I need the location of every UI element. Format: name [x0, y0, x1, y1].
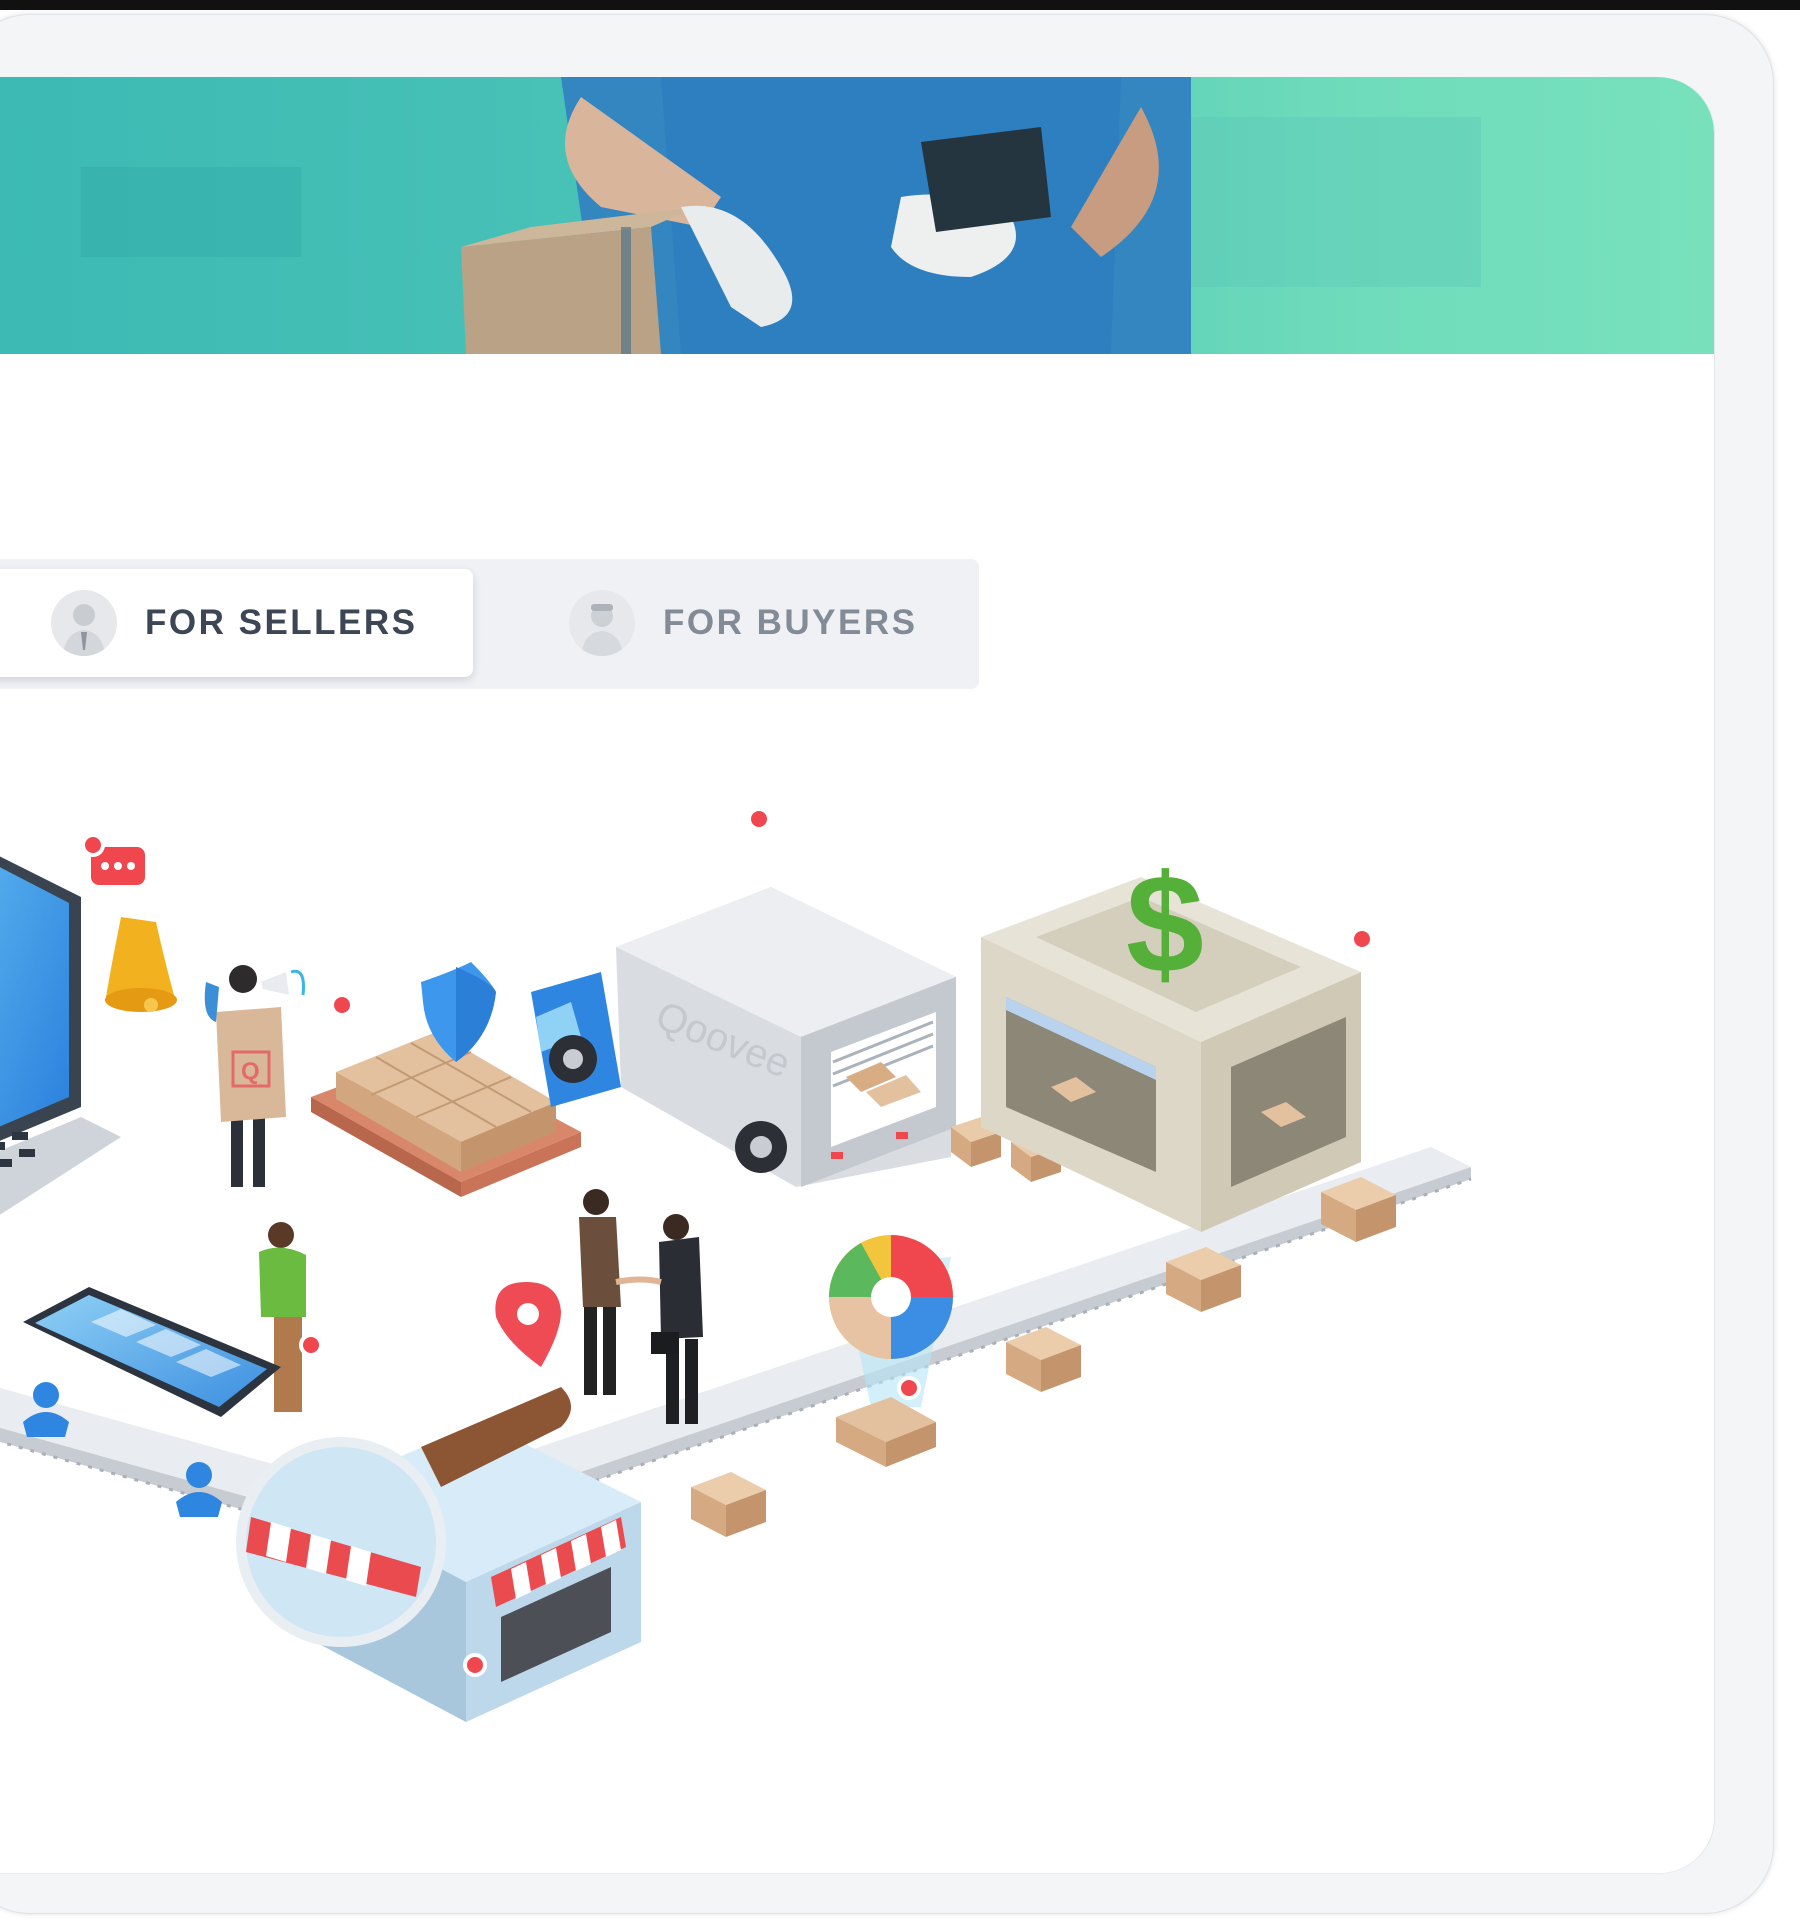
promoter-figure: Q [204, 965, 305, 1187]
delivery-truck: Qoovee [531, 887, 956, 1187]
laptop-icon [0, 856, 121, 1215]
seller-flow-illustration: Q Qoovee $ [0, 807, 1472, 1722]
pallet-boxes [311, 1032, 581, 1197]
marker-bell [81, 833, 105, 857]
magnifier-icon [236, 1437, 446, 1647]
sign-letter: Q [241, 1058, 260, 1085]
screen: FOR SELLERS FOR BUYERS Q Qoovee $ [0, 77, 1715, 1874]
marker-customer [299, 1333, 323, 1357]
handshake-figures [579, 1189, 703, 1424]
marker-warehouse [1350, 927, 1374, 951]
marker-store [463, 1653, 487, 1677]
customer-figure [259, 1222, 306, 1412]
smartphone-icon [23, 1287, 281, 1417]
dollar-icon: $ [1126, 845, 1204, 1002]
location-pin-icon [495, 1282, 561, 1367]
marker-pallet [330, 993, 354, 1017]
marker-analytics [897, 1376, 921, 1400]
top-edge [0, 0, 1800, 10]
tablet-frame: FOR SELLERS FOR BUYERS Q Qoovee $ [0, 14, 1774, 1914]
marker-truck [747, 807, 771, 831]
notification-bell-icon [91, 847, 177, 1012]
